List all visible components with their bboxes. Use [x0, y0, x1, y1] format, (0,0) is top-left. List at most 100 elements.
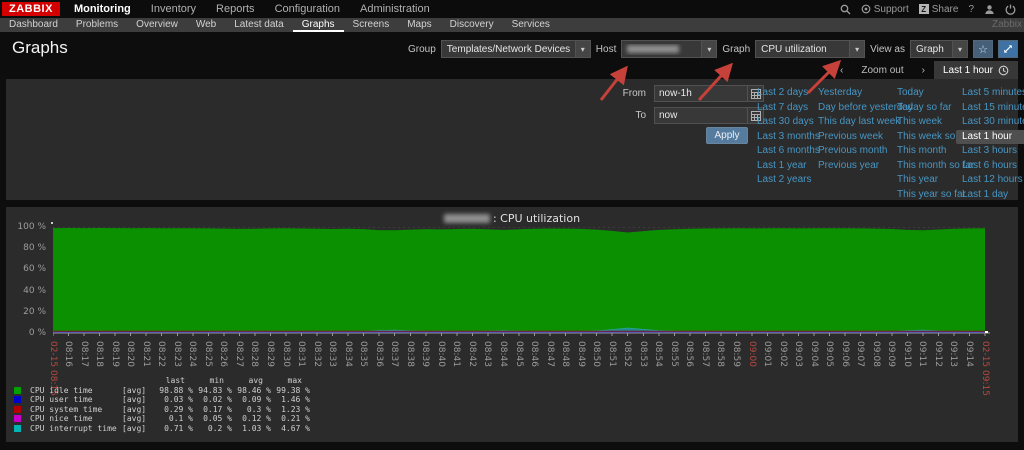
page-title: Graphs	[12, 38, 68, 57]
support-label: Support	[873, 3, 909, 15]
host-name-redacted	[443, 214, 490, 223]
support-link[interactable]: Support	[861, 4, 909, 15]
subnav-item-latest-data[interactable]: Latest data	[225, 18, 292, 32]
legend-series-value: 99.38 %	[276, 385, 310, 395]
time-range-last-3-hours[interactable]: Last 3 hours	[962, 144, 1024, 159]
x-tick-label: 08:45	[513, 341, 524, 367]
legend-swatch-cpu-nice-time	[14, 415, 21, 423]
to-input[interactable]	[654, 107, 752, 124]
x-tick-label: 08:49	[575, 341, 586, 367]
subnav-item-problems[interactable]: Problems	[67, 18, 127, 32]
time-range-last-2-years[interactable]: Last 2 years	[757, 173, 820, 188]
top-menu-inventory[interactable]: Inventory	[141, 0, 206, 18]
time-range-last-15-minutes[interactable]: Last 15 minutes	[962, 101, 1024, 116]
top-menu-configuration[interactable]: Configuration	[265, 0, 350, 18]
plot-end-marker	[985, 331, 988, 333]
x-tick-label: 09:05	[824, 341, 835, 367]
x-tick-label: 08:18	[94, 341, 105, 367]
x-tick-label: 08:22	[156, 341, 167, 367]
help-button[interactable]: ?	[968, 4, 974, 15]
plot-area[interactable]	[53, 227, 993, 339]
group-label: Group	[408, 43, 436, 55]
y-tick-label: 100 %	[17, 222, 46, 232]
share-link[interactable]: Z Share	[918, 4, 958, 15]
legend-swatch-cpu-system-time	[14, 405, 21, 413]
time-range-last-2-days[interactable]: Last 2 days	[757, 86, 820, 101]
time-range-last-3-months[interactable]: Last 3 months	[757, 130, 820, 145]
search-icon[interactable]	[840, 4, 851, 15]
chevron-down-icon: ▾	[701, 41, 717, 57]
to-label: To	[635, 110, 646, 121]
x-tick-label: 08:51	[606, 341, 617, 367]
time-range-last-30-minutes[interactable]: Last 30 minutes	[962, 115, 1024, 130]
host-label: Host	[595, 43, 617, 55]
x-tick-label: 08:32	[311, 341, 322, 367]
favourite-star-button[interactable]: ☆	[973, 40, 993, 58]
group-select[interactable]: Templates/Network Devices ▾	[440, 40, 591, 58]
from-input[interactable]	[654, 85, 752, 102]
logout-icon[interactable]	[1005, 4, 1016, 15]
x-tick-label: 08:55	[668, 341, 679, 367]
top-menu-reports[interactable]: Reports	[206, 0, 265, 18]
x-tick-label: 02-15 09:15	[979, 341, 990, 396]
zoom-out-button[interactable]: Zoom out	[852, 61, 912, 79]
apply-button[interactable]: Apply	[706, 127, 748, 144]
x-tick-label: 08:59	[730, 341, 741, 367]
graph-legend: last min avg max CPU idle time [avg] 98.88 % 94…	[14, 376, 310, 433]
chevron-down-icon: ▾	[952, 41, 967, 57]
legend-header-max: max	[287, 376, 302, 386]
time-range-last-6-months[interactable]: Last 6 months	[757, 144, 820, 159]
subnav-item-screens[interactable]: Screens	[344, 18, 399, 32]
time-prev-button[interactable]: ‹	[831, 61, 852, 79]
time-filter-panel: From To Apply Last 2 daysLast 7 daysLast…	[6, 79, 1024, 200]
time-range-last-1-year[interactable]: Last 1 year	[757, 159, 820, 174]
legend-series-func: [avg]	[122, 404, 147, 414]
view-as-select[interactable]: Graph ▾	[910, 40, 968, 58]
time-range-last-12-hours[interactable]: Last 12 hours	[962, 173, 1024, 188]
time-range-last-1-day[interactable]: Last 1 day	[962, 188, 1024, 203]
x-tick-label: 09:12	[932, 341, 943, 367]
legend-series-value: 1.46 %	[281, 395, 310, 405]
subnav-item-overview[interactable]: Overview	[127, 18, 187, 32]
x-tick-label: 09:04	[808, 341, 819, 367]
legend-swatch-cpu-user-time	[14, 396, 21, 404]
legend-series-name: CPU idle time	[30, 385, 93, 395]
zabbix-page: ZABBIX Monitoring Inventory Reports Configu…	[0, 0, 1024, 450]
view-as-label: View as	[870, 43, 905, 55]
time-range-last-1-hour[interactable]: Last 1 hour	[956, 129, 1024, 144]
subnav-item-graphs[interactable]: Graphs	[293, 18, 344, 32]
graph-select[interactable]: CPU utilization ▾	[755, 40, 866, 58]
time-range-tab[interactable]: Last 1 hour	[933, 61, 1018, 79]
x-tick-label: 08:42	[466, 341, 477, 367]
x-tick-label: 08:53	[637, 341, 648, 367]
time-range-last-7-days[interactable]: Last 7 days	[757, 101, 820, 116]
top-menu-administration[interactable]: Administration	[350, 0, 440, 18]
legend-series-value: 0.71 %	[164, 423, 193, 433]
subnav-item-discovery[interactable]: Discovery	[441, 18, 503, 32]
subnav-item-web[interactable]: Web	[187, 18, 225, 32]
x-tick-label: 08:37	[389, 341, 400, 367]
legend-series-value: 0.3 %	[246, 404, 271, 414]
subnav-item-services[interactable]: Services	[503, 18, 559, 32]
x-tick-label: 08:44	[497, 341, 508, 367]
time-range-last-30-days[interactable]: Last 30 days	[757, 115, 820, 130]
time-range-last-5-minutes[interactable]: Last 5 minutes	[962, 86, 1024, 101]
time-next-button[interactable]: ›	[913, 61, 934, 79]
x-tick-label: 08:30	[280, 341, 291, 367]
top-menu-monitoring[interactable]: Monitoring	[64, 0, 141, 18]
legend-series-value: 0.1 %	[168, 414, 193, 424]
legend-series-value: 0.03 %	[164, 395, 193, 405]
subnav-item-dashboard[interactable]: Dashboard	[0, 18, 67, 32]
zabbix-logo[interactable]: ZABBIX	[2, 2, 60, 16]
x-tick-label: 08:23	[171, 341, 182, 367]
subnav-item-maps[interactable]: Maps	[398, 18, 440, 32]
host-select[interactable]: ▾	[621, 40, 718, 58]
fullscreen-button[interactable]	[998, 40, 1018, 58]
y-tick-label: 40 %	[23, 285, 46, 296]
x-tick-label: 08:26	[218, 341, 229, 367]
x-tick-label: 08:41	[451, 341, 462, 367]
legend-series-value: 0.05 %	[203, 414, 232, 424]
time-range-last-6-hours[interactable]: Last 6 hours	[962, 159, 1024, 174]
legend-series-func: [avg]	[122, 423, 147, 433]
user-profile-icon[interactable]	[984, 4, 995, 15]
